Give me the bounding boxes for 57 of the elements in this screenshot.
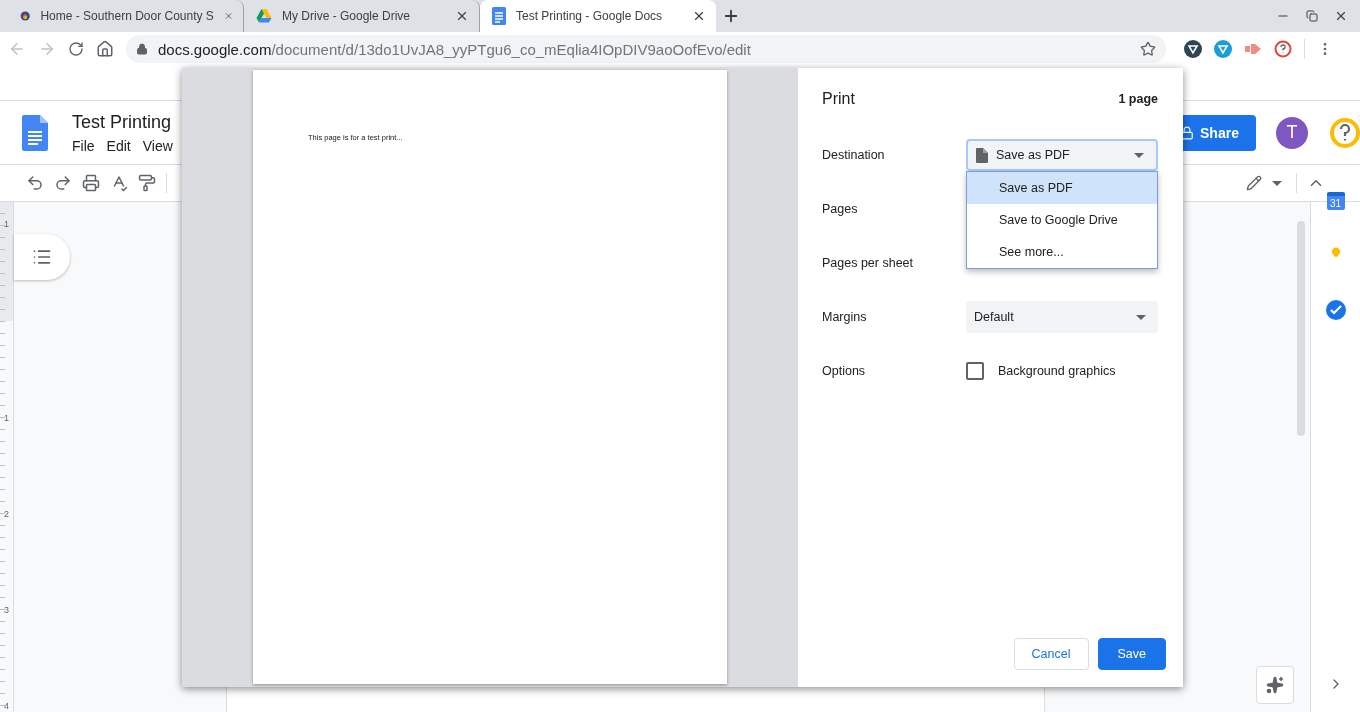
new-tab-icon[interactable] [722, 7, 740, 25]
address-bar[interactable]: docs.google.com/document/d/13do1UvJA8_yyPTgu6_co_mEqlia4IOpDIV9aoOofEvo/edit [126, 35, 1166, 64]
checkbox-label: Background graphics [998, 364, 1116, 378]
school-logo-icon [20, 8, 31, 24]
menu-item[interactable]: Save to Google Drive [967, 204, 1157, 236]
dropdown-field[interactable]: Save as PDF [966, 139, 1158, 171]
home-icon[interactable] [96, 40, 114, 59]
dialog-title: Print [822, 90, 855, 108]
caret-icon[interactable] [1272, 180, 1282, 186]
avatar[interactable]: T [1276, 116, 1308, 149]
bookmark-star-icon[interactable] [1140, 41, 1156, 58]
lock-icon [136, 43, 148, 56]
outline-icon [32, 247, 52, 267]
close-icon[interactable] [455, 9, 469, 23]
docs-icon [492, 7, 506, 25]
redo-icon[interactable] [54, 174, 72, 193]
help-icon[interactable] [1274, 40, 1292, 59]
menu-item[interactable]: File [72, 137, 95, 154]
menu-item[interactable]: Edit [106, 137, 131, 154]
setting-label: Pages [822, 202, 859, 216]
setting-label: Margins [822, 310, 868, 324]
save-button[interactable]: Save [1097, 638, 1166, 670]
close-icon[interactable] [1334, 9, 1348, 23]
checkbox[interactable] [966, 362, 984, 380]
shield-icon[interactable] [1184, 40, 1202, 59]
browser-tab[interactable]: Home - Southern Door County S [8, 0, 244, 32]
browser-tab[interactable]: Test Printing - Google Docs [480, 0, 716, 32]
docs-logo-icon[interactable] [22, 114, 48, 151]
file-icon [976, 147, 988, 163]
reload-icon[interactable] [68, 41, 84, 58]
menu-item[interactable]: Save as PDF [967, 172, 1157, 204]
undo-icon[interactable] [26, 174, 44, 193]
edit-mode-icon[interactable] [1246, 175, 1262, 192]
caret-icon [1134, 152, 1144, 158]
page-count: 1 page [1118, 92, 1158, 106]
explore-button[interactable] [1256, 666, 1294, 704]
setting-label: Options [822, 364, 867, 378]
cancel-button[interactable]: Cancel [1013, 638, 1089, 670]
restore-icon[interactable] [1306, 10, 1318, 22]
sparkle-icon [1266, 676, 1284, 694]
menu-item[interactable]: View [142, 137, 173, 154]
calendar-icon[interactable]: 31 [1326, 192, 1345, 210]
drive-icon [256, 8, 272, 24]
paint-format-icon[interactable] [138, 174, 156, 193]
outline-button[interactable] [14, 234, 70, 280]
scrollbar[interactable] [1297, 221, 1305, 436]
menu-item[interactable]: See more... [967, 236, 1157, 268]
caret-icon [1136, 314, 1146, 320]
document-title[interactable]: Test Printing [72, 111, 173, 133]
close-icon[interactable] [692, 9, 706, 23]
setting-label: Pages per sheet [822, 256, 915, 270]
dropdown-field[interactable]: Default [966, 301, 1158, 333]
setting-label: Destination [822, 148, 886, 162]
vertical-ruler: 1 1 2 3 4 [0, 202, 14, 712]
help-icon[interactable] [1330, 117, 1360, 148]
tasks-icon[interactable] [1325, 300, 1346, 320]
print-icon[interactable] [82, 174, 100, 193]
